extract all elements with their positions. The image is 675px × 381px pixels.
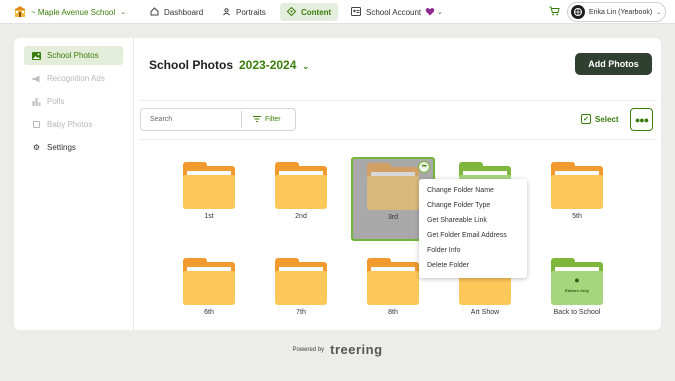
filter-button[interactable]: Filter [253,115,281,124]
user-menu[interactable]: Erika Lin (Yearbook) ⌄ [567,2,667,22]
nav-content[interactable]: Content [280,3,339,21]
sidebar-item-recognition-ads[interactable]: Recognition Ads [24,69,123,88]
sidebar-item-label: Recognition Ads [47,74,105,83]
folder-icon [275,162,327,209]
chevron-down-icon: ⌄ [120,9,127,16]
filter-label: Filter [265,116,281,123]
divider [140,100,657,101]
school-building-icon [14,5,26,19]
sidebar-item-label: Settings [47,143,76,152]
folder-item[interactable]: 6th [169,254,249,326]
folder-icon [367,163,419,210]
folder-item[interactable]: 5th [537,158,617,230]
school-switcher[interactable]: ~ Maple Avenue School ⌄ [14,0,126,24]
chevron-down-icon[interactable]: ⌄ [302,62,309,71]
menu-item-folder-info[interactable]: Folder Info [419,243,527,258]
sidebar-item-label: Polls [47,97,65,106]
page-title-text: School Photos [149,58,233,72]
folder-icon [183,162,235,209]
home-icon [150,6,159,18]
nav-school-account-label: School Account [366,7,422,17]
portraits-icon [222,7,231,18]
search-placeholder: Search [150,116,173,123]
select-button[interactable]: ✓ Select [581,114,619,124]
folder-label: Back to School [553,309,601,316]
folder-label: 2nd [295,213,307,220]
divider [140,139,657,140]
folder-item[interactable]: 1st [169,158,249,230]
baby-photos-icon [32,120,41,129]
folder-label: 7th [296,309,306,316]
nav-content-label: Content [301,7,332,17]
divider [241,111,242,128]
folder-icon [275,258,327,305]
nav-dashboard[interactable]: Dashboard [150,0,203,24]
brand-logo: treering [330,342,383,357]
chevron-down-icon: ⌄ [656,9,662,16]
nav-portraits-label: Portraits [236,7,266,17]
sidebar-item-settings[interactable]: ⚙ Settings [24,138,123,157]
menu-item-change-folder-name[interactable]: Change Folder Name [419,183,527,198]
editors-only-label: Editors Only [565,288,589,293]
menu-item-get-shareable-link[interactable]: Get Shareable Link [419,213,527,228]
folder-item[interactable]: 7th [261,254,341,326]
footer: Powered by treering [0,342,675,357]
year-selector[interactable]: 2023-2024 [239,58,296,72]
add-photos-button[interactable]: Add Photos [575,53,652,75]
page-title: School Photos 2023-2024 ⌄ [149,58,309,72]
folder-menu-button[interactable]: ••• [418,161,430,173]
menu-item-change-folder-type[interactable]: Change Folder Type [419,198,527,213]
folder-item[interactable]: ● Editors Only Back to School [537,254,617,326]
sidebar-item-label: School Photos [47,51,99,60]
folder-context-menu: Change Folder Name Change Folder Type Ge… [419,179,527,278]
school-name: ~ Maple Avenue School [31,7,116,17]
gear-icon: ⚙ [32,143,41,152]
filter-icon [253,115,261,124]
folder-icon [551,162,603,209]
user-name: Erika Lin (Yearbook) [589,8,653,16]
sidebar-item-school-photos[interactable]: School Photos [24,46,123,65]
person-icon: ● [574,275,580,285]
notifications-dropdown[interactable]: ⌄ [425,0,443,24]
account-icon [351,6,361,18]
sidebar-item-polls[interactable]: Polls [24,92,123,111]
chevron-down-icon: ⌄ [437,9,443,16]
sidebar-item-label: Baby Photos [47,120,93,129]
menu-item-get-folder-email[interactable]: Get Folder Email Address [419,228,527,243]
folder-item[interactable]: 2nd [261,158,341,230]
folder-icon [367,258,419,305]
cart-icon [549,6,560,18]
search-input[interactable]: Search Filter [140,108,296,131]
folder-icon [183,258,235,305]
folder-label: 6th [204,309,214,316]
folder-label: 8th [388,309,398,316]
folder-label: Art Show [470,309,500,316]
folder-icon: ● Editors Only [551,258,603,305]
top-navigation-bar: ~ Maple Avenue School ⌄ Dashboard Portra… [0,0,675,24]
select-label: Select [595,114,619,124]
heart-badge-icon [425,7,435,18]
nav-portraits[interactable]: Portraits [222,0,266,24]
nav-dashboard-label: Dashboard [164,7,204,17]
content-icon [286,6,297,18]
more-horizontal-icon: ●●● [634,114,649,125]
sidebar: School Photos Recognition Ads Polls Baby… [14,38,134,330]
more-options-button[interactable]: ●●● [630,108,653,131]
content-card: School Photos Recognition Ads Polls Baby… [14,38,661,330]
checkbox-icon: ✓ [581,114,591,124]
megaphone-icon [32,74,41,83]
cart-button[interactable] [549,0,560,24]
avatar [571,5,585,19]
sidebar-item-baby-photos[interactable]: Baby Photos [24,115,123,134]
folder-label: 1st [204,213,214,220]
bar-chart-icon [32,97,41,106]
editors-only-badge: ● Editors Only [551,275,603,294]
folder-label: 5th [572,213,582,220]
menu-item-delete-folder[interactable]: Delete Folder [419,258,527,273]
nav-school-account[interactable]: School Account [351,0,421,24]
main-panel: School Photos 2023-2024 ⌄ Add Photos Searc… [135,38,661,330]
photos-icon [32,51,41,60]
powered-by-text: Powered by [292,346,325,353]
